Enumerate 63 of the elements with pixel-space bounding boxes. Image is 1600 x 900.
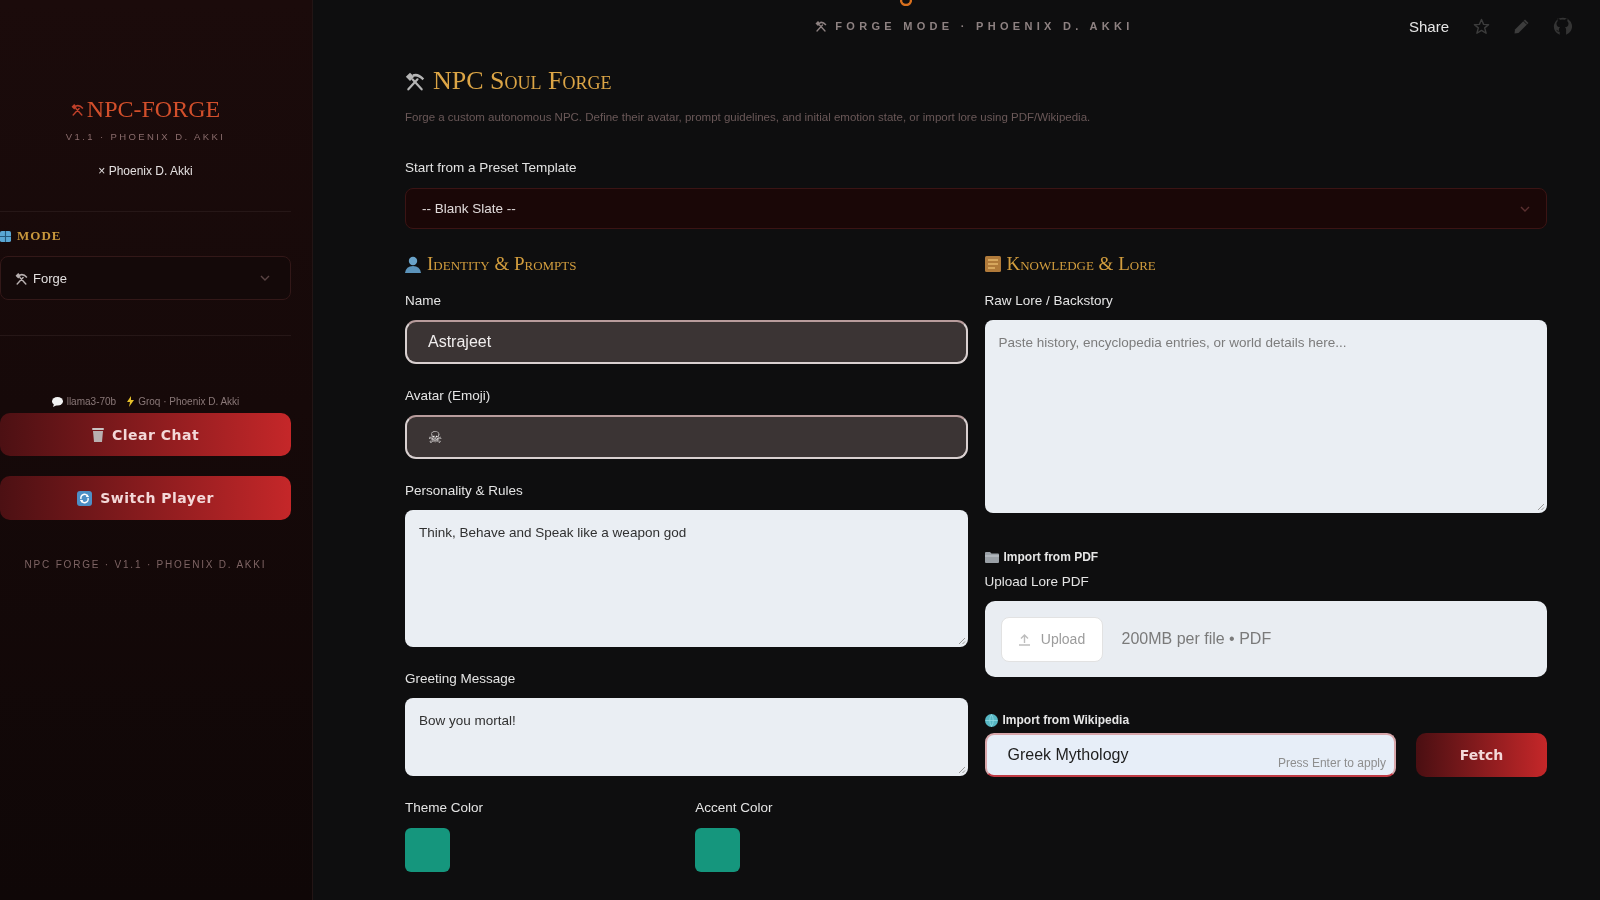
version-text: V1.1 · PHOENIX D. AKKI xyxy=(65,130,226,144)
fetch-button[interactable]: Fetch xyxy=(1416,733,1547,777)
resize-grip-icon xyxy=(957,637,966,645)
cat-icon[interactable] xyxy=(1553,16,1572,36)
clear-chat-button[interactable]: Clear Chat xyxy=(0,413,291,456)
hammer-pick-icon xyxy=(405,71,425,91)
globe-icon xyxy=(984,713,998,727)
status-indicator-icon xyxy=(900,0,912,6)
notebook-icon xyxy=(984,256,1001,272)
subsection-label: Import from PDF xyxy=(1003,549,1099,565)
page-title: NPC Soul Forge xyxy=(433,66,612,96)
star-icon[interactable] xyxy=(1473,17,1490,35)
section-label: MODE xyxy=(17,228,62,244)
preset-select[interactable]: -- Blank Slate -- xyxy=(405,188,1547,229)
speech-bubble-icon xyxy=(51,396,63,407)
personality-textarea[interactable]: Think, Behave and Speak like a weapon god xyxy=(405,510,968,647)
grid-icon xyxy=(0,230,11,242)
color-swatch[interactable] xyxy=(695,828,741,872)
field-label: Personality & Rules xyxy=(405,483,523,499)
upload-icon xyxy=(1017,632,1031,646)
wikipedia-input[interactable]: Greek Mythology Press Enter to apply xyxy=(984,733,1396,777)
name-input[interactable]: Astrajeet xyxy=(405,320,968,364)
color-swatch[interactable] xyxy=(405,828,450,872)
section-heading: Identity & Prompts xyxy=(427,253,577,275)
upload-limits-text: 200MB per file • PDF xyxy=(1121,630,1272,648)
pencil-icon[interactable] xyxy=(1514,18,1529,34)
field-label: Avatar (Emoji) xyxy=(405,388,491,404)
trash-icon xyxy=(91,427,104,442)
provider-text: Groq · Phoenix D. Akki xyxy=(138,396,240,407)
field-label: Start from a Preset Template xyxy=(405,160,577,176)
mode-banner-text: FORGE MODE · PHOENIX D. AKKI xyxy=(835,20,1134,32)
field-label: Accent Color xyxy=(695,800,773,816)
input-hint: Press Enter to apply xyxy=(1277,756,1386,770)
field-label: Raw Lore / Backstory xyxy=(984,293,1113,309)
hammer-pick-icon xyxy=(815,20,828,32)
app-logo: NPC-FORGE xyxy=(86,95,221,124)
author-text: × Phoenix D. Akki xyxy=(98,163,193,179)
field-label: Name xyxy=(405,293,441,309)
page-description: Forge a custom autonomous NPC. Define their avatar, prompt guidelines, and initial emotion state, or import lore using PDF/Wikipedia. xyxy=(405,110,1091,125)
lightning-icon xyxy=(127,396,135,407)
engine-text: llama3-70b xyxy=(66,396,117,407)
field-label: Upload Lore PDF xyxy=(984,574,1089,590)
chevron-down-icon xyxy=(1520,205,1530,212)
switch-icon xyxy=(77,490,93,506)
resize-grip-icon xyxy=(1537,503,1545,511)
avatar-input[interactable]: ☠ xyxy=(405,415,968,459)
resize-grip-icon xyxy=(957,766,966,774)
section-heading: Knowledge & Lore xyxy=(1006,253,1156,275)
file-dropzone[interactable]: Upload 200MB per file • PDF xyxy=(984,601,1547,677)
person-icon xyxy=(405,255,421,273)
share-button[interactable]: Share xyxy=(1408,17,1449,35)
footer-text: NPC FORGE · V1.1 · PHOENIX D. AKKI xyxy=(24,558,267,571)
chevron-down-icon xyxy=(260,275,270,281)
subsection-label: Import from Wikipedia xyxy=(1002,712,1130,728)
greeting-textarea[interactable]: Bow you mortal! xyxy=(405,698,968,776)
field-label: Theme Color xyxy=(405,800,484,816)
hammer-pick-icon xyxy=(70,102,84,116)
switch-player-button[interactable]: Switch Player xyxy=(0,476,291,520)
folder-icon xyxy=(984,551,999,563)
lore-textarea[interactable]: Paste history, encyclopedia entries, or world details here... xyxy=(984,320,1547,513)
mode-select[interactable]: Forge xyxy=(0,256,291,300)
field-label: Greeting Message xyxy=(405,671,516,687)
hammer-pick-icon xyxy=(15,271,28,285)
